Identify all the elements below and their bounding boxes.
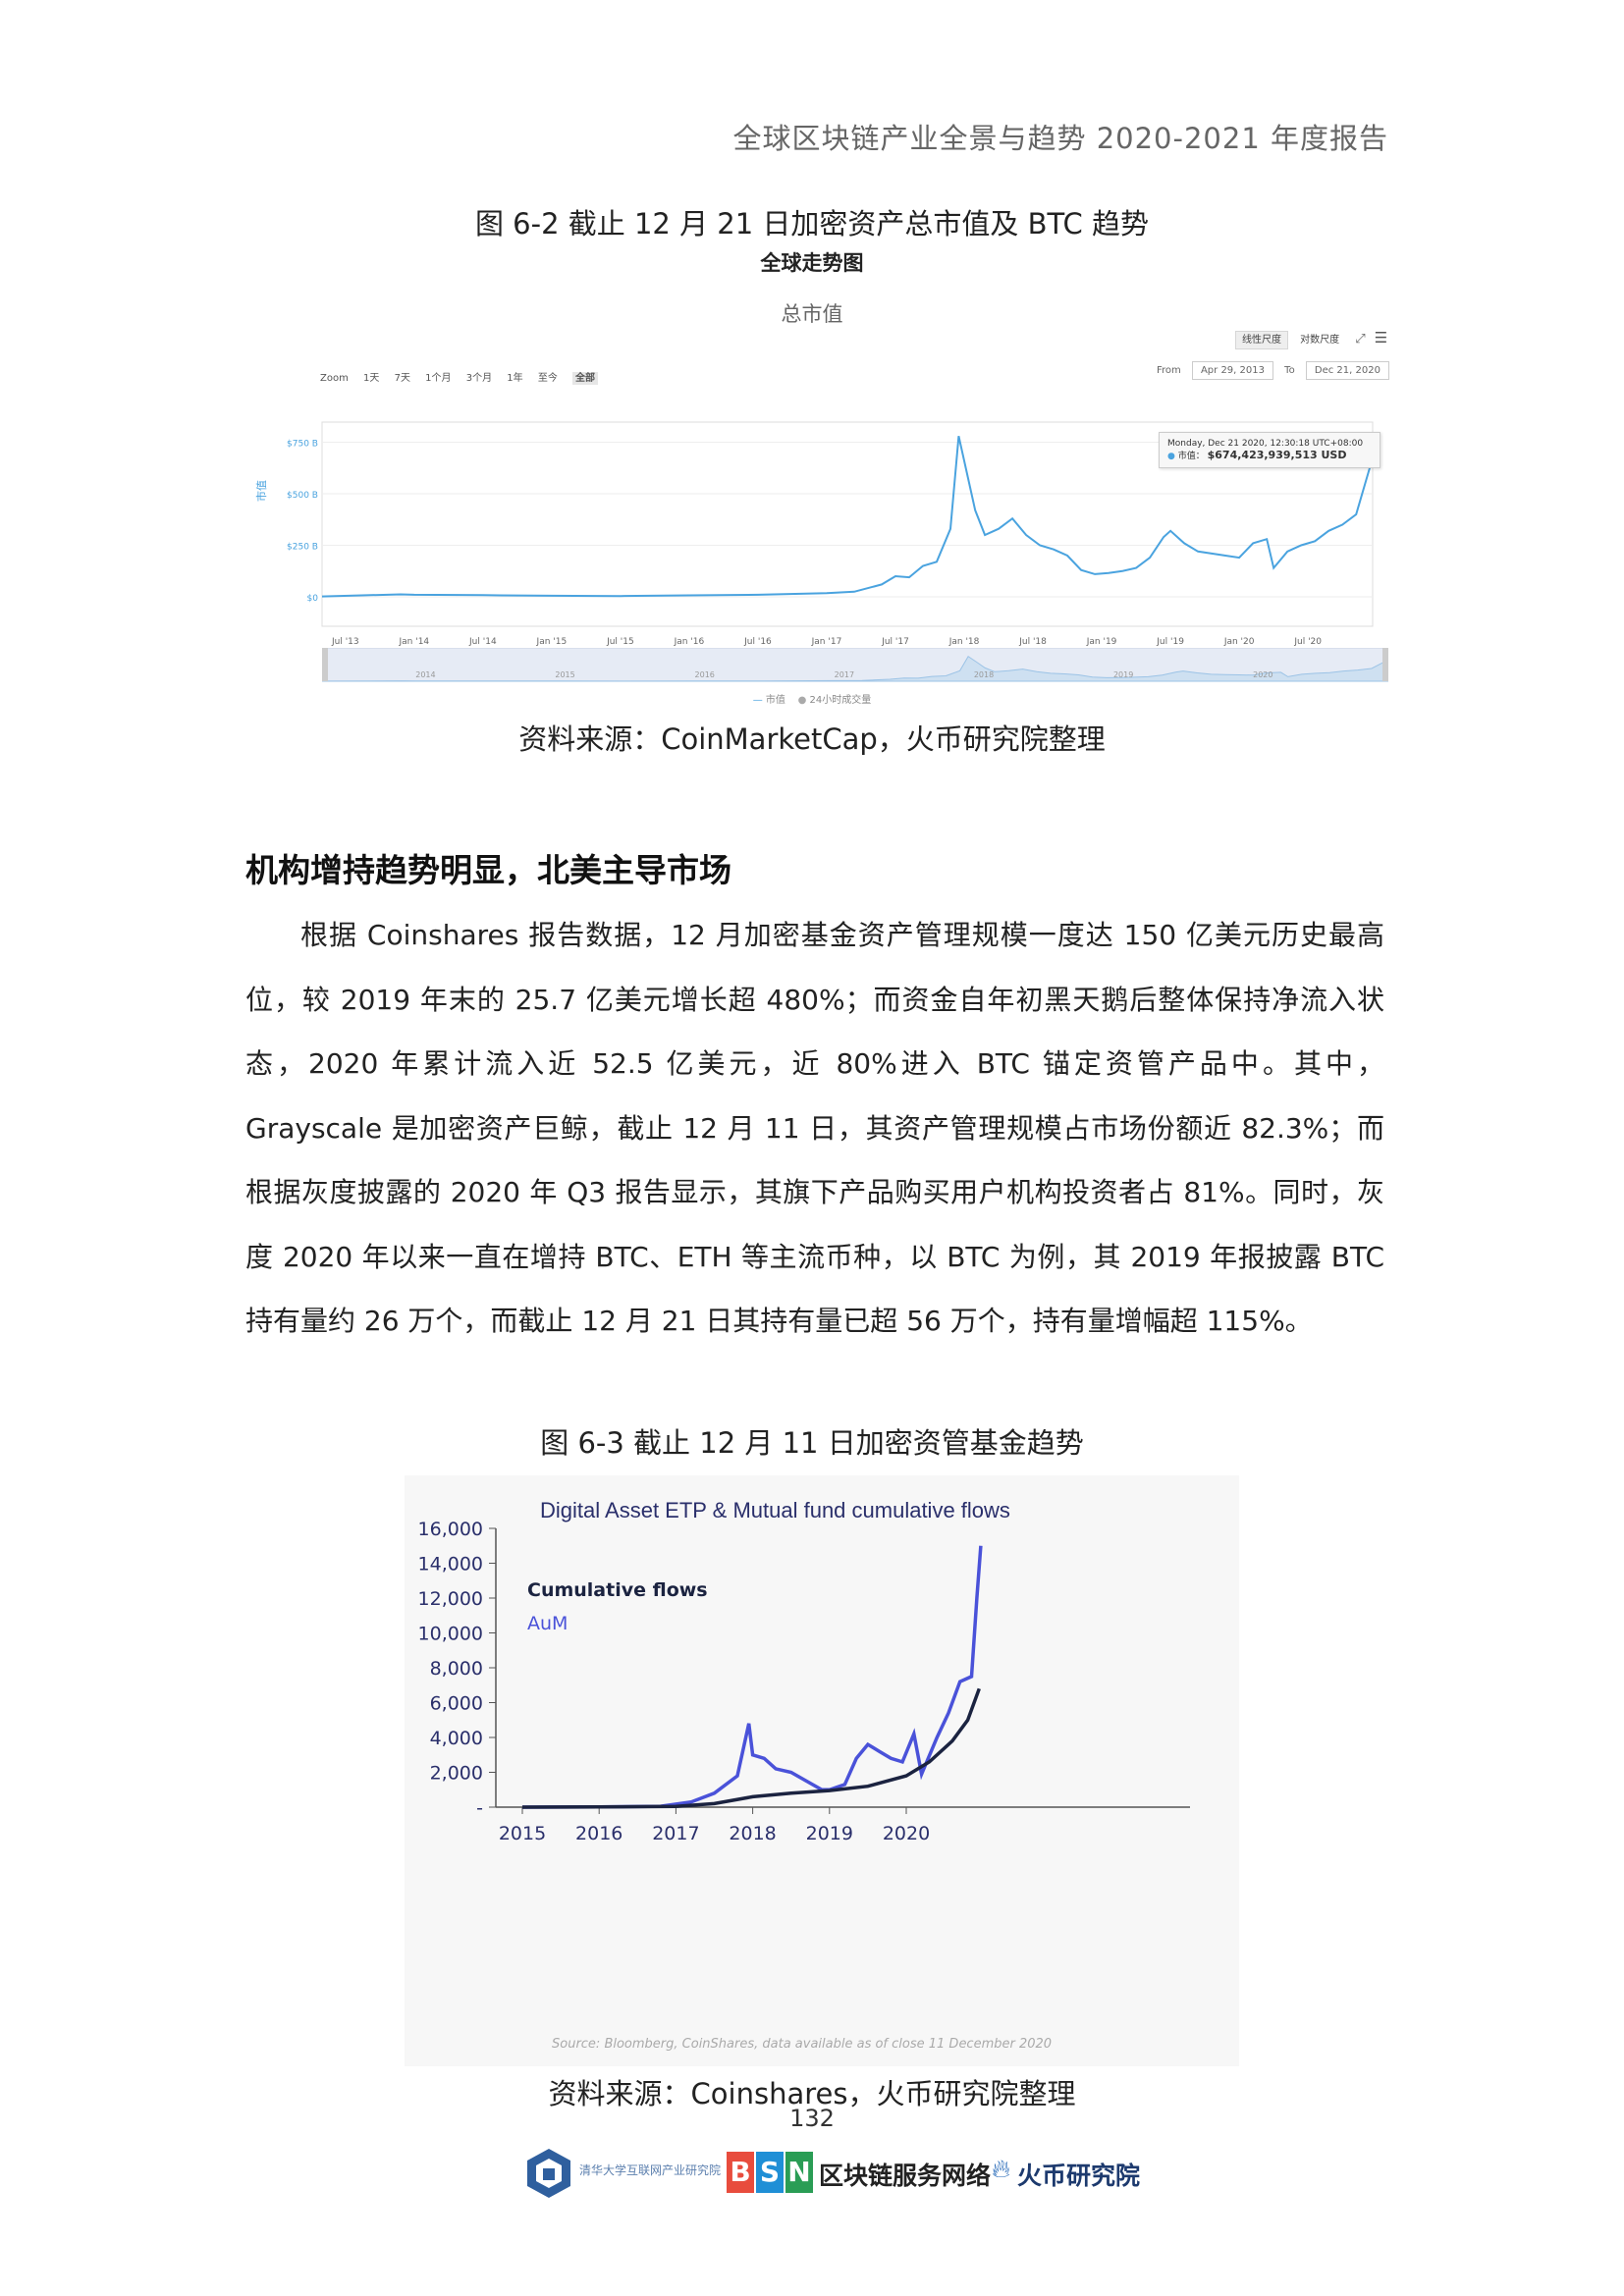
chart-2-xtick-label: 2020 xyxy=(883,1823,930,1844)
date-range: From Apr 29, 2013 To Dec 21, 2020 xyxy=(1157,361,1397,380)
chart-1-xtick-label: Jan '15 xyxy=(536,637,568,647)
menu-icon[interactable]: ☰ xyxy=(1375,329,1387,347)
fullscreen-icon[interactable]: ⤢ xyxy=(1355,332,1365,347)
huobi-logo-text: 火币研究院 xyxy=(1017,2162,1141,2190)
zoom-bar: Zoom 1天 7天 1个月 3个月 1年 至今 全部 xyxy=(320,369,610,385)
legend-vol-label[interactable]: 24小时成交量 xyxy=(810,695,872,706)
chart-2-ytick-label: 6,000 xyxy=(430,1693,483,1715)
chart-2-ytick-label: 12,000 xyxy=(418,1588,483,1610)
chart-2-ytick-label: 2,000 xyxy=(430,1763,483,1785)
chart-2-source-note: Source: Bloomberg, CoinShares, data avai… xyxy=(552,2037,1052,2052)
tooltip-value: $674,423,939,513 USD xyxy=(1207,449,1347,461)
tooltip-series-name: 市值 xyxy=(1177,452,1196,461)
chart-1-xtick-label: Jan '16 xyxy=(674,637,705,647)
chart-2-ytick-label: 8,000 xyxy=(430,1658,483,1680)
bsn-logo: B S N xyxy=(727,2152,813,2193)
zoom-option-1m[interactable]: 1个月 xyxy=(425,373,451,384)
chart-1-ytick-label: $750 B xyxy=(287,440,318,450)
from-label: From xyxy=(1157,365,1181,376)
legend-cap-label[interactable]: 市值 xyxy=(766,695,785,706)
page-number: 132 xyxy=(789,2105,835,2132)
figure-2-caption: 图 6-3 截止 12 月 11 日加密资管基金趋势 xyxy=(540,1426,1084,1460)
tooltip-series-dot: ● xyxy=(1167,452,1175,461)
chart-1-toolbar: 线性尺度 对数尺度 ⤢ ☰ xyxy=(1235,328,1387,349)
navigator-year-label: 2014 xyxy=(415,670,435,679)
chart-1-xtick-label: Jul '20 xyxy=(1293,637,1322,647)
navigator-year-label: 2020 xyxy=(1253,670,1272,679)
legend-cumulative-flows: Cumulative flows xyxy=(527,1579,708,1601)
zoom-label: Zoom xyxy=(320,373,349,384)
chart-1-ytick-label: $0 xyxy=(307,594,319,604)
zoom-option-1y[interactable]: 1年 xyxy=(507,373,522,384)
bsn-letter-s: S xyxy=(756,2152,784,2193)
chart-1-y-axis-label: 市值 xyxy=(254,480,268,502)
chart-1-ytick-label: $250 B xyxy=(287,543,318,553)
to-label: To xyxy=(1284,365,1295,376)
chart-1-xtick-label: Jan '18 xyxy=(948,637,980,647)
chart-1-ytick-label: $500 B xyxy=(287,491,318,501)
navigator-year-label: 2018 xyxy=(974,670,994,679)
page-header-title: 全球区块链产业全景与趋势 2020-2021 年度报告 xyxy=(732,122,1388,155)
tsinghua-logo-icon xyxy=(525,2147,572,2200)
chart-1-xtick-label: Jul '19 xyxy=(1156,637,1184,647)
zoom-option-3m[interactable]: 3个月 xyxy=(466,373,492,384)
chart-1-navigator[interactable]: 2014 2015 2016 2017 2018 2019 2020 xyxy=(322,648,1388,687)
chart-2-title: Digital Asset ETP & Mutual fund cumulati… xyxy=(540,1498,1010,1522)
legend-aum: AuM xyxy=(527,1613,568,1634)
chart-2-xtick-label: 2018 xyxy=(729,1823,776,1844)
linear-scale-button[interactable]: 线性尺度 xyxy=(1235,331,1288,349)
zoom-option-ytd[interactable]: 至今 xyxy=(538,373,558,384)
chart-2-ytick-label: 14,000 xyxy=(418,1554,483,1575)
chart-1-tooltip: Monday, Dec 21 2020, 12:30:18 UTC+08:00 … xyxy=(1159,432,1380,468)
legend-vol-marker: ● xyxy=(797,695,807,706)
chart-2-ytick-label: 16,000 xyxy=(418,1519,483,1540)
legend-cap-marker: — xyxy=(752,695,763,706)
bsn-name: 区块链服务网络 xyxy=(819,2162,992,2190)
navigator-handle-right[interactable] xyxy=(1382,648,1388,681)
to-date-input[interactable]: Dec 21, 2020 xyxy=(1305,361,1389,380)
zoom-option-all[interactable]: 全部 xyxy=(572,372,599,385)
chart-1-xtick-label: Jan '19 xyxy=(1086,637,1117,647)
zoom-option-1d[interactable]: 1天 xyxy=(363,373,379,384)
chart-2-xtick-label: 2015 xyxy=(499,1823,546,1844)
chart-1-xtick-label: Jul '15 xyxy=(606,637,634,647)
navigator-year-label: 2015 xyxy=(555,670,574,679)
tooltip-date: Monday, Dec 21 2020, 12:30:18 UTC+08:00 xyxy=(1167,439,1364,449)
chart-2-xtick-label: 2017 xyxy=(652,1823,699,1844)
section-title: 机构增持趋势明显，北美主导市场 xyxy=(245,851,731,889)
body-paragraph: 根据 Coinshares 报告数据，12 月加密基金资产管理规模一度达 150… xyxy=(245,919,1384,1337)
chart-1-xtick-label: Jul '16 xyxy=(743,637,772,647)
chart-1-xtick-label: Jan '17 xyxy=(811,637,842,647)
chart-2-xtick-label: 2019 xyxy=(806,1823,853,1844)
from-date-input[interactable]: Apr 29, 2013 xyxy=(1191,361,1273,380)
chart-1-xtick-label: Jan '14 xyxy=(398,637,429,647)
chart-1-title: 全球走势图 xyxy=(760,251,864,275)
chart-2-ytick-label: 4,000 xyxy=(430,1728,483,1749)
tsinghua-logo-text: 清华大学互联网产业研究院 xyxy=(579,2163,722,2177)
chart-2-svg: Digital Asset ETP & Mutual fund cumulati… xyxy=(418,1498,1190,2052)
bsn-letter-n: N xyxy=(785,2152,813,2193)
chart-1-xtick-label: Jul '13 xyxy=(331,637,359,647)
chart-1-xtick-label: Jul '14 xyxy=(468,637,497,647)
navigator-handle-left[interactable] xyxy=(322,648,328,681)
chart-2-ytick-label: 10,000 xyxy=(418,1624,483,1645)
log-scale-button[interactable]: 对数尺度 xyxy=(1293,331,1347,349)
navigator-year-label: 2016 xyxy=(695,670,715,679)
body-paragraph-block: 根据 Coinshares 报告数据，12 月加密基金资产管理规模一度达 150… xyxy=(245,903,1384,1354)
navigator-year-label: 2019 xyxy=(1113,670,1133,679)
chart-1-xtick-label: Jul '17 xyxy=(881,637,909,647)
navigator-year-label: 2017 xyxy=(835,670,854,679)
chart-1-legend: — 市值 ● 24小时成交量 xyxy=(0,691,1624,706)
chart-1-subtitle: 总市值 xyxy=(781,302,843,326)
chart-2-xtick-label: 2016 xyxy=(575,1823,623,1844)
figure-1-source: 资料来源：CoinMarketCap，火币研究院整理 xyxy=(518,722,1106,756)
chart-1-xtick-label: Jul '18 xyxy=(1018,637,1047,647)
flame-icon: 🔥︎ xyxy=(992,2155,1011,2184)
chart-1-xtick-label: Jan '20 xyxy=(1223,637,1255,647)
chart-2-ytick-label: - xyxy=(476,1797,483,1819)
zoom-option-7d[interactable]: 7天 xyxy=(395,373,410,384)
figure-1-caption: 图 6-2 截止 12 月 21 日加密资产总市值及 BTC 趋势 xyxy=(474,207,1150,240)
bsn-letter-b: B xyxy=(727,2152,754,2193)
